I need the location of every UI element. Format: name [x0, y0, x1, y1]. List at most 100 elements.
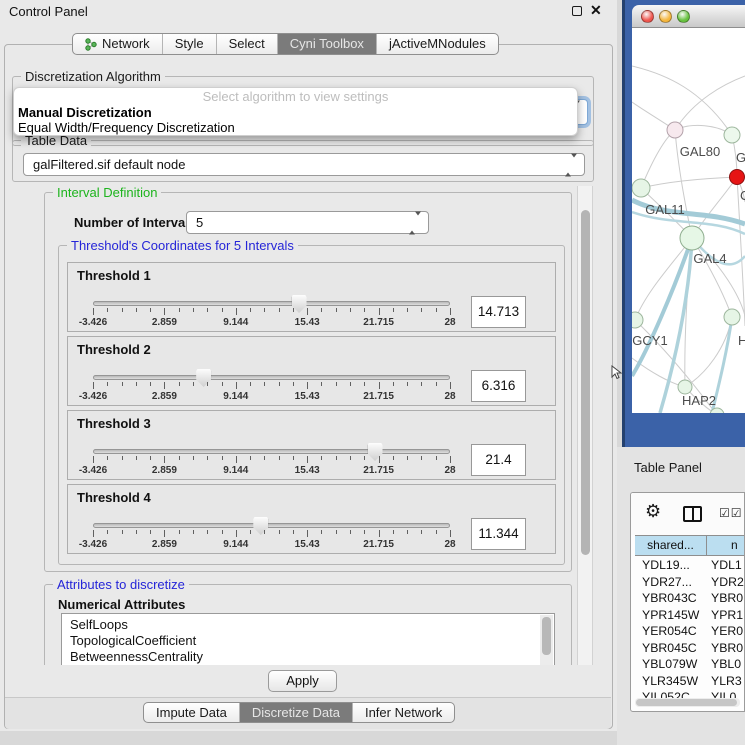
table-row[interactable]: YBR043CYBR0: [635, 590, 744, 607]
slider-track[interactable]: [93, 375, 450, 380]
cell-name[interactable]: YBR0: [707, 590, 744, 607]
table-data-combobox[interactable]: galFiltered.sif default node: [23, 153, 585, 176]
zoom-traffic-light[interactable]: [677, 10, 690, 23]
table-row[interactable]: YDL19...YDL1: [635, 557, 744, 574]
threshold-1-slider[interactable]: -3.4262.8599.14415.4321.71528: [93, 295, 450, 331]
close-icon[interactable]: ✕: [590, 2, 602, 19]
cell-name[interactable]: YBR0: [707, 640, 744, 657]
slider-tick-labels: -3.4262.8599.14415.4321.71528: [93, 391, 450, 403]
scrollbar-thumb[interactable]: [636, 699, 737, 706]
discretization-algorithm-title: Discretization Algorithm: [21, 69, 165, 84]
cell-name[interactable]: YER0: [707, 623, 744, 640]
cell-name[interactable]: YDL1: [707, 557, 744, 574]
threshold-1-value-field[interactable]: 14.713: [471, 296, 526, 328]
column-header-name[interactable]: n: [707, 536, 744, 555]
table-row[interactable]: YER054CYER0: [635, 623, 744, 640]
threshold-2-panel: Threshold 2 -3.4262.8599.14415.4321.7152…: [67, 336, 556, 406]
cell-name[interactable]: YPR1: [707, 607, 744, 624]
network-node[interactable]: [632, 312, 643, 328]
gear-icon[interactable]: ⚙: [645, 501, 661, 522]
combo-stepper-icon[interactable]: [409, 215, 421, 230]
node-label: GAL80: [680, 144, 720, 159]
network-window-titlebar[interactable]: [632, 5, 745, 28]
cell-shared-name[interactable]: YER054C: [635, 623, 707, 640]
table-row[interactable]: YDR27...YDR2: [635, 574, 744, 591]
slider-tick-labels: -3.4262.8599.14415.4321.71528: [93, 539, 450, 551]
network-node[interactable]: [678, 380, 692, 394]
close-traffic-light[interactable]: [641, 10, 654, 23]
table-row[interactable]: YPR145WYPR1: [635, 607, 744, 624]
attribute-item[interactable]: SelfLoops: [62, 617, 554, 633]
numerical-attributes-list[interactable]: SelfLoopsTopologicalCoefficientBetweenne…: [61, 613, 555, 665]
cell-shared-name[interactable]: YBR045C: [635, 640, 707, 657]
table-horizontal-scrollbar[interactable]: [635, 698, 740, 707]
network-node[interactable]: [724, 127, 740, 143]
attribute-item[interactable]: TopologicalCoefficient: [62, 633, 554, 649]
cell-shared-name[interactable]: YDR27...: [635, 574, 707, 591]
cell-shared-name[interactable]: YPR145W: [635, 607, 707, 624]
number-of-intervals-combobox[interactable]: 5: [186, 211, 429, 234]
float-window-icon[interactable]: [572, 6, 582, 16]
combo-stepper-icon[interactable]: [565, 157, 577, 172]
table-row[interactable]: YBL079WYBL0: [635, 656, 744, 673]
network-edge[interactable]: [675, 76, 745, 130]
tab-impute-data[interactable]: Impute Data: [144, 703, 240, 722]
threshold-4-slider[interactable]: -3.4262.8599.14415.4321.71528: [93, 517, 450, 553]
network-node[interactable]: [667, 122, 683, 138]
table-panel-title: Table Panel: [634, 460, 702, 475]
slider-track[interactable]: [93, 523, 450, 528]
tab-discretize-data[interactable]: Discretize Data: [240, 703, 353, 722]
scrollbar-thumb[interactable]: [542, 617, 551, 655]
algorithm-dropdown-popup: Select algorithm to view settings Manual…: [13, 87, 578, 136]
cell-name[interactable]: YBL0: [707, 656, 744, 673]
cell-shared-name[interactable]: YBR043C: [635, 590, 707, 607]
cell-shared-name[interactable]: YLR345W: [635, 673, 707, 690]
threshold-3-value-field[interactable]: 21.4: [471, 444, 526, 476]
tab-network[interactable]: Network: [73, 34, 163, 54]
tab-style[interactable]: Style: [163, 34, 217, 54]
tab-infer-network[interactable]: Infer Network: [353, 703, 454, 722]
scrollbar-thumb[interactable]: [581, 210, 590, 555]
interval-definition-group: Interval Definition Number of Intervals …: [44, 192, 572, 572]
columns-icon[interactable]: [683, 506, 702, 522]
main-scrollbar[interactable]: [577, 186, 593, 665]
popup-item-equal-width-frequency[interactable]: Equal Width/Frequency Discretization: [14, 120, 577, 135]
network-node[interactable]: [632, 179, 650, 197]
slider-track[interactable]: [93, 301, 450, 306]
network-edge[interactable]: [641, 177, 737, 188]
attribute-item[interactable]: BetweennessCentrality: [62, 649, 554, 665]
threshold-1-label: Threshold 1: [77, 268, 151, 283]
tab-select[interactable]: Select: [217, 34, 278, 54]
network-edge[interactable]: [675, 125, 732, 135]
network-node[interactable]: [680, 226, 704, 250]
node-label: GA: [736, 150, 745, 165]
network-canvas[interactable]: GAL80GACGAL11GAL4GCY1HHAP2: [632, 28, 745, 413]
table-row[interactable]: YBR045CYBR0: [635, 640, 744, 657]
cell-name[interactable]: YDR2: [707, 574, 744, 591]
column-header-shared-name[interactable]: shared...: [635, 536, 707, 555]
network-node[interactable]: [730, 170, 745, 185]
minimize-traffic-light[interactable]: [659, 10, 672, 23]
slider-track[interactable]: [93, 449, 450, 454]
tab-cyni-toolbox[interactable]: Cyni Toolbox: [278, 34, 377, 54]
select-checkboxes-icon[interactable]: ☑☑: [719, 506, 743, 520]
network-edge[interactable]: [632, 66, 732, 135]
network-edge[interactable]: [641, 130, 675, 188]
threshold-2-value-field[interactable]: 6.316: [471, 370, 526, 402]
threshold-3-slider[interactable]: -3.4262.8599.14415.4321.71528: [93, 443, 450, 479]
threshold-4-value-field[interactable]: 11.344: [471, 518, 526, 550]
apply-button[interactable]: Apply: [268, 670, 337, 692]
cell-shared-name[interactable]: YDL19...: [635, 557, 707, 574]
control-panel-titlebar: Control Panel ✕: [0, 0, 617, 22]
table-row[interactable]: YLR345WYLR3: [635, 673, 744, 690]
attributes-group: Attributes to discretize Numerical Attri…: [44, 584, 572, 665]
threshold-2-slider[interactable]: -3.4262.8599.14415.4321.71528: [93, 369, 450, 405]
cell-name[interactable]: YLR3: [707, 673, 744, 690]
tab-jactivemnodules[interactable]: jActiveMNodules: [377, 34, 498, 54]
attributes-scrollbar[interactable]: [540, 615, 553, 665]
network-edge[interactable]: [692, 238, 745, 316]
network-node[interactable]: [724, 309, 740, 325]
threshold-3-label: Threshold 3: [77, 416, 151, 431]
popup-item-manual-discretization[interactable]: Manual Discretization: [14, 105, 577, 120]
cell-shared-name[interactable]: YBL079W: [635, 656, 707, 673]
